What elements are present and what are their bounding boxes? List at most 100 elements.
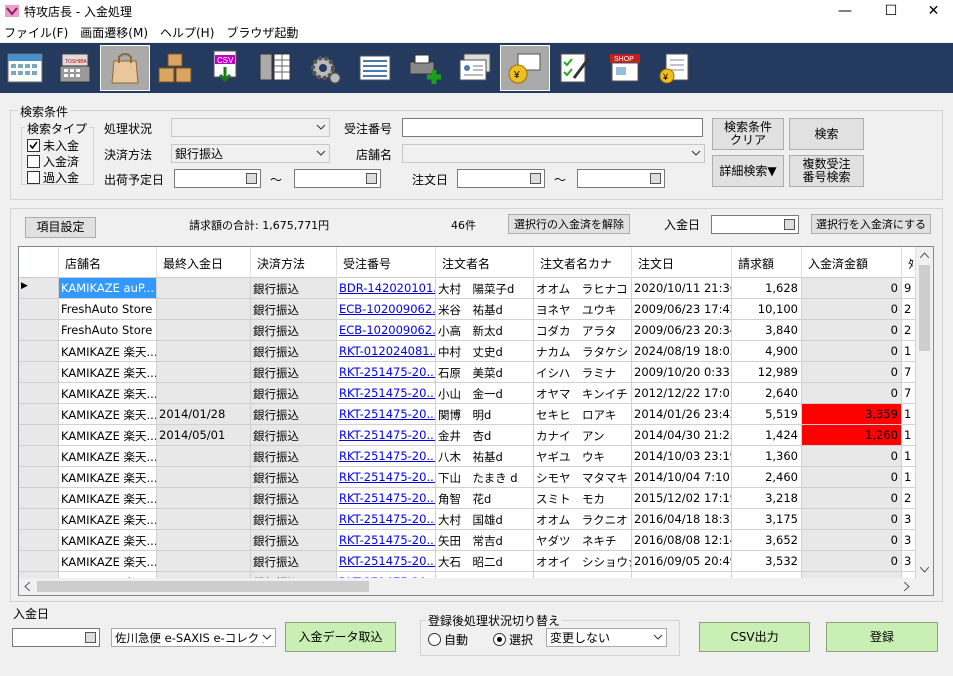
- advanced-search-button[interactable]: 詳細検索▼: [712, 155, 784, 187]
- row-indicator[interactable]: [19, 488, 59, 509]
- column-header[interactable]: 請求額: [732, 247, 802, 278]
- order-number-link[interactable]: RKT-251475-20...: [339, 470, 435, 484]
- payment-grid[interactable]: 店舗名 最終入金日 決済方法 受注番号 注文者名 注文者名カナ 注文日 請求額 入金済金額ﾀ ▶…: [18, 246, 934, 596]
- order-link[interactable]: RKT-251475-20...: [337, 404, 436, 425]
- order-link[interactable]: RKT-251475-20...: [337, 509, 436, 530]
- calendar-dropdown-icon[interactable]: [784, 219, 795, 230]
- toolbar-edit[interactable]: [550, 45, 600, 91]
- table-cell[interactable]: 0: [802, 509, 902, 530]
- table-cell[interactable]: [157, 383, 251, 404]
- table-cell[interactable]: シモヤ マタマキ: [534, 467, 632, 488]
- table-cell[interactable]: 金井 杏d: [436, 425, 534, 446]
- table-cell[interactable]: FreshAuto Store: [59, 299, 157, 320]
- menu-help[interactable]: ヘルプ(H): [156, 22, 222, 42]
- search-button[interactable]: 検索: [789, 118, 864, 150]
- table-cell[interactable]: 石原 美菜d: [436, 362, 534, 383]
- table-row[interactable]: KAMIKAZE 楽天... 2014/01/28 銀行振込 RKT-251475-2…: [19, 404, 916, 425]
- table-row[interactable]: KAMIKAZE 楽天... 銀行振込 RKT-251475-20... 角智 花d ス…: [19, 488, 916, 509]
- table-cell[interactable]: 銀行振込: [251, 488, 337, 509]
- table-cell[interactable]: 5,519: [732, 404, 802, 425]
- table-cell[interactable]: 3,359: [802, 404, 902, 425]
- table-cell[interactable]: 2: [902, 299, 916, 320]
- column-header[interactable]: 注文者名カナ: [534, 247, 632, 278]
- mode-select-radio[interactable]: 選択: [493, 631, 533, 648]
- payment-select[interactable]: 銀行振込: [171, 144, 330, 163]
- row-indicator[interactable]: [19, 509, 59, 530]
- order-link[interactable]: RKT-251475-20...: [337, 551, 436, 572]
- maximize-button[interactable]: ☐: [868, 0, 914, 22]
- table-cell[interactable]: 2,640: [732, 383, 802, 404]
- column-header[interactable]: 注文者名: [436, 247, 534, 278]
- column-header[interactable]: 店舗名: [59, 247, 157, 278]
- table-cell[interactable]: 0: [802, 383, 902, 404]
- order-no-input[interactable]: [402, 118, 703, 137]
- table-cell[interactable]: コダカ アラタ: [534, 320, 632, 341]
- carrier-select[interactable]: 佐川急便 e-SAXIS e-コレクト: [111, 628, 276, 647]
- table-cell[interactable]: 2014/04/30 21:23: [632, 425, 732, 446]
- toolbar-shipping[interactable]: [150, 45, 200, 91]
- calendar-dropdown-icon[interactable]: [246, 173, 257, 184]
- order-date-to[interactable]: [577, 169, 665, 188]
- toolbar-billing[interactable]: ¥: [650, 45, 700, 91]
- table-cell[interactable]: 銀行振込: [251, 425, 337, 446]
- table-cell[interactable]: 2016/08/08 12:14: [632, 530, 732, 551]
- column-header[interactable]: 決済方法: [251, 247, 337, 278]
- table-cell[interactable]: 1,360: [732, 446, 802, 467]
- table-cell[interactable]: 1: [902, 341, 916, 362]
- row-indicator[interactable]: [19, 299, 59, 320]
- table-cell[interactable]: 下山 たまき d: [436, 467, 534, 488]
- table-cell[interactable]: 八木 祐基d: [436, 446, 534, 467]
- table-cell[interactable]: [157, 341, 251, 362]
- order-link[interactable]: RKT-012024081...: [337, 341, 436, 362]
- table-cell[interactable]: 1,628: [732, 278, 802, 299]
- table-cell[interactable]: 大石 昭二d: [436, 551, 534, 572]
- table-cell[interactable]: 2015/12/02 17:19: [632, 488, 732, 509]
- toolbar-settings[interactable]: [300, 45, 350, 91]
- table-cell[interactable]: セキヒ ロアキ: [534, 404, 632, 425]
- order-number-link[interactable]: RKT-251475-20...: [339, 386, 435, 400]
- order-link[interactable]: RKT-251475-20...: [337, 362, 436, 383]
- table-cell[interactable]: オオイ シショウジ: [534, 551, 632, 572]
- table-row[interactable]: KAMIKAZE 楽天... 2014/05/01 銀行振込 RKT-251475-2…: [19, 425, 916, 446]
- table-cell[interactable]: 0: [802, 488, 902, 509]
- table-cell[interactable]: オヤマ キンイチ: [534, 383, 632, 404]
- ship-date-from[interactable]: [174, 169, 261, 188]
- toolbar-csv[interactable]: CSV: [200, 45, 250, 91]
- column-header[interactable]: 受注番号: [337, 247, 436, 278]
- table-cell[interactable]: ナカム ラタケシ: [534, 341, 632, 362]
- table-cell[interactable]: ヨネヤ ユウキ: [534, 299, 632, 320]
- toolbar-print[interactable]: [400, 45, 450, 91]
- row-indicator[interactable]: [19, 467, 59, 488]
- table-cell[interactable]: 2020/10/11 21:36: [632, 278, 732, 299]
- table-cell[interactable]: 3,175: [732, 509, 802, 530]
- table-cell[interactable]: 大村 国雄d: [436, 509, 534, 530]
- order-link[interactable]: RKT-251475-20...: [337, 446, 436, 467]
- scroll-down-icon[interactable]: [920, 567, 929, 573]
- horizontal-scroll-thumb[interactable]: [37, 581, 369, 592]
- table-cell[interactable]: 3: [902, 509, 916, 530]
- column-header[interactable]: 最終入金日: [157, 247, 251, 278]
- table-cell[interactable]: 1: [902, 467, 916, 488]
- multi-order-search-button[interactable]: 複数受注 番号検索: [789, 155, 864, 187]
- row-indicator[interactable]: [19, 530, 59, 551]
- table-cell[interactable]: KAMIKAZE 楽天...: [59, 446, 157, 467]
- order-link[interactable]: RKT-251475-20...: [337, 425, 436, 446]
- order-number-link[interactable]: RKT-251475-20...: [339, 512, 435, 526]
- row-indicator[interactable]: [19, 404, 59, 425]
- column-settings-button[interactable]: 項目設定: [25, 217, 96, 238]
- vertical-scroll-thumb[interactable]: [919, 265, 930, 351]
- table-cell[interactable]: 銀行振込: [251, 404, 337, 425]
- table-cell[interactable]: [157, 299, 251, 320]
- table-cell[interactable]: 銀行振込: [251, 278, 337, 299]
- table-cell[interactable]: [157, 467, 251, 488]
- type-overpaid-checkbox[interactable]: 過入金: [27, 169, 79, 186]
- menu-browser[interactable]: ブラウザ起動: [222, 22, 306, 42]
- order-date-from[interactable]: [457, 169, 545, 188]
- table-cell[interactable]: 銀行振込: [251, 530, 337, 551]
- table-cell[interactable]: 角智 花d: [436, 488, 534, 509]
- row-indicator[interactable]: [19, 425, 59, 446]
- table-cell[interactable]: イシハ ラミナ: [534, 362, 632, 383]
- table-cell[interactable]: 関博 明d: [436, 404, 534, 425]
- table-cell[interactable]: 銀行振込: [251, 383, 337, 404]
- order-number-link[interactable]: RKT-251475-20...: [339, 407, 435, 421]
